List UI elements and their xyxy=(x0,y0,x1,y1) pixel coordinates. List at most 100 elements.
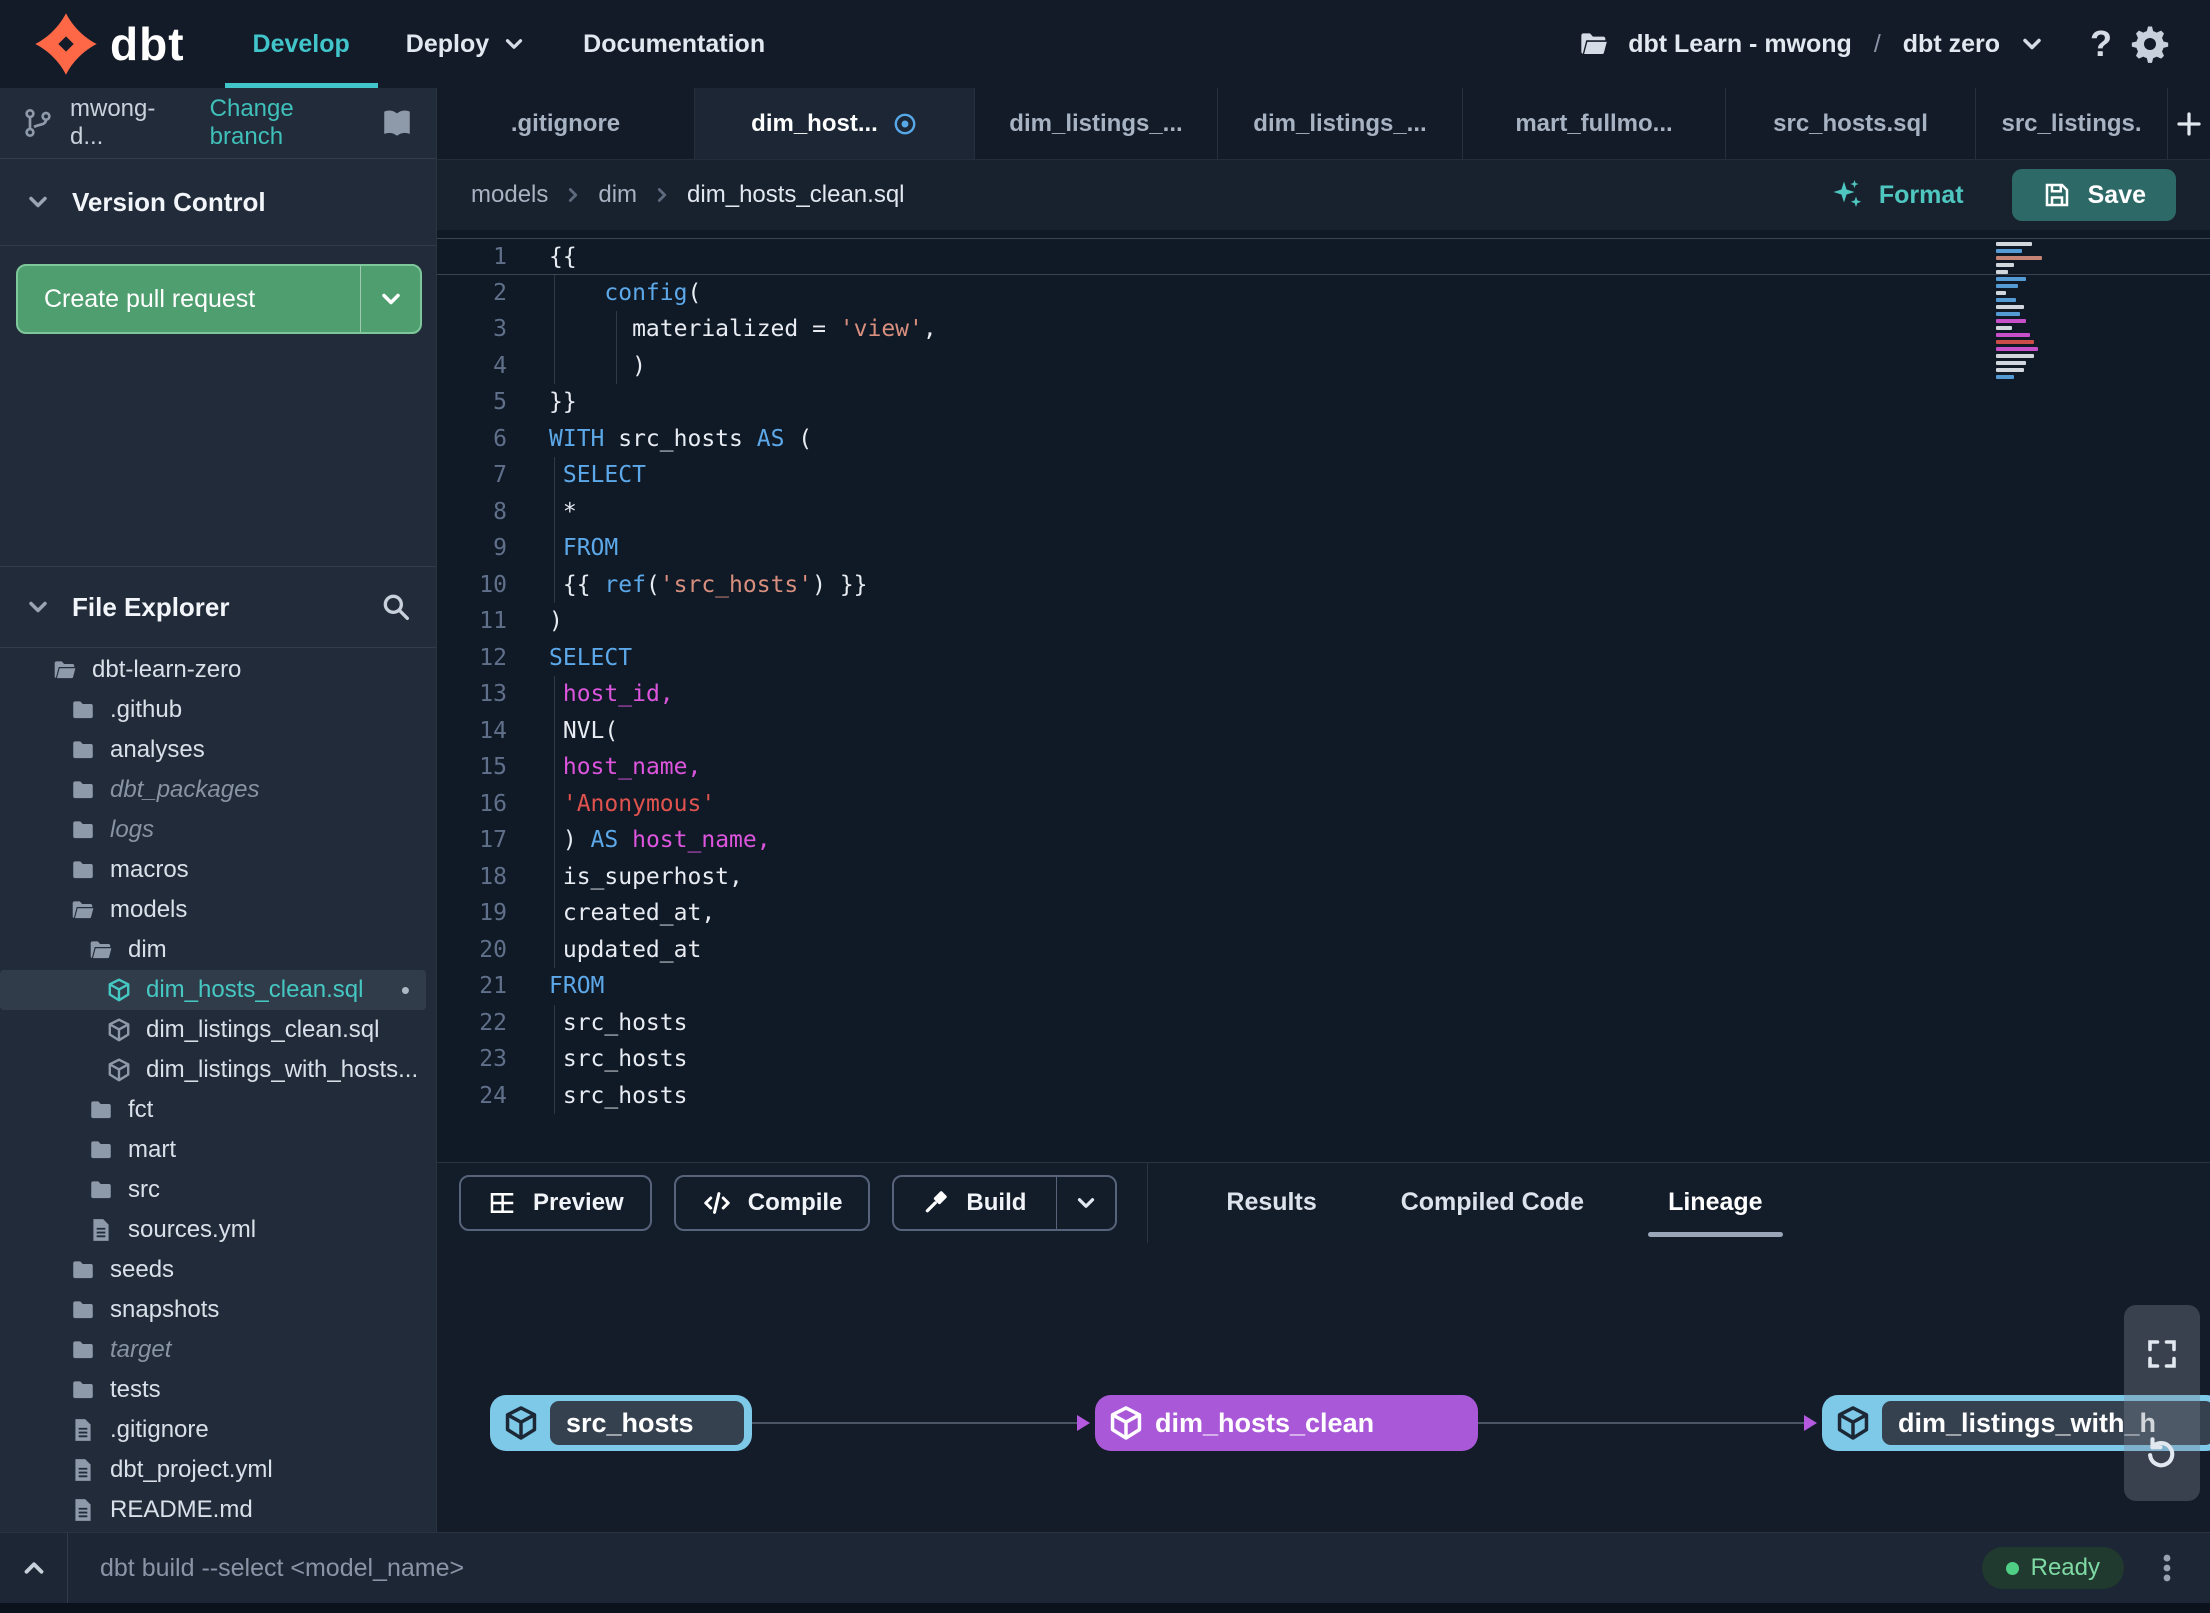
panel-tab-lineage[interactable]: Lineage xyxy=(1626,1163,1804,1242)
tree-item-fct[interactable]: fct xyxy=(0,1090,436,1130)
tree-item--gitignore[interactable]: .gitignore xyxy=(0,1410,436,1450)
code-line[interactable]: 6 WITH src_hosts AS ( xyxy=(437,421,2210,458)
chevron-down-icon xyxy=(24,593,52,621)
help-icon[interactable]: ? xyxy=(2090,23,2112,65)
nav-item-deploy[interactable]: Deploy xyxy=(378,0,555,88)
search-icon[interactable] xyxy=(380,591,412,623)
breadcrumb-item[interactable]: models xyxy=(471,181,548,209)
lineage-node-dim-hosts-clean[interactable]: dim_hosts_clean xyxy=(1095,1395,1478,1451)
tree-item-src[interactable]: src xyxy=(0,1170,436,1210)
command-input[interactable]: dbt build --select <model_name> xyxy=(100,1554,464,1583)
tree-item-seeds[interactable]: seeds xyxy=(0,1250,436,1290)
edge-arrowhead xyxy=(1077,1415,1090,1431)
code-line[interactable]: 1{{ xyxy=(437,238,2210,275)
code-line[interactable]: 5}} xyxy=(437,384,2210,421)
code-line[interactable]: 15 host_name, xyxy=(437,749,2210,786)
code-editor[interactable]: 1{{2 config(3 materialized = 'view', 4 ) 5… xyxy=(437,230,2210,1162)
code-line[interactable]: 20 updated_at xyxy=(437,932,2210,969)
fullscreen-icon[interactable] xyxy=(2144,1336,2180,1372)
tab-dim-listings-[interactable]: dim_listings_... xyxy=(1218,88,1463,159)
change-branch-link[interactable]: Change branch xyxy=(210,95,364,151)
tab--gitignore[interactable]: .gitignore xyxy=(437,88,695,159)
code-line[interactable]: 8 * xyxy=(437,494,2210,531)
tree-item-analyses[interactable]: analyses xyxy=(0,730,436,770)
tree-item-target[interactable]: target xyxy=(0,1330,436,1370)
docs-book-icon[interactable] xyxy=(380,106,414,140)
environment-selector[interactable]: dbt zero xyxy=(1903,30,2000,59)
panel-tab-results[interactable]: Results xyxy=(1184,1163,1358,1242)
code-line[interactable]: 18 is_superhost, xyxy=(437,859,2210,896)
code-line[interactable]: 16 'Anonymous' xyxy=(437,786,2210,823)
file-explorer-header[interactable]: File Explorer xyxy=(0,566,436,648)
build-options-caret[interactable] xyxy=(1056,1176,1115,1229)
folder-icon xyxy=(70,737,96,763)
create-pull-request-button[interactable]: Create pull request xyxy=(16,264,422,334)
new-tab-button[interactable] xyxy=(2168,88,2210,159)
tree-item-dim[interactable]: dim xyxy=(0,930,436,970)
tree-item-snapshots[interactable]: snapshots xyxy=(0,1290,436,1330)
settings-gear-icon[interactable] xyxy=(2130,24,2170,64)
breadcrumb-item[interactable]: dim_hosts_clean.sql xyxy=(687,181,904,209)
tree-item-sources-yml[interactable]: sources.yml xyxy=(0,1210,436,1250)
code-lines[interactable]: 1{{2 config(3 materialized = 'view', 4 ) 5… xyxy=(437,238,2210,1114)
tab-src-listings-[interactable]: src_listings. xyxy=(1976,88,2168,159)
format-label: Format xyxy=(1878,180,1964,209)
tree-item-dbt-project-yml[interactable]: dbt_project.yml xyxy=(0,1450,436,1490)
compile-button[interactable]: Compile xyxy=(673,1174,871,1231)
version-control-header[interactable]: Version Control xyxy=(0,158,436,245)
tree-item-macros[interactable]: macros xyxy=(0,850,436,890)
nav-item-documentation[interactable]: Documentation xyxy=(555,0,793,88)
tree-item-dbt-packages[interactable]: dbt_packages xyxy=(0,770,436,810)
format-button[interactable]: Format xyxy=(1829,177,1964,213)
tab-dim-listings-[interactable]: dim_listings_... xyxy=(975,88,1218,159)
code-line[interactable]: 21 FROM xyxy=(437,968,2210,1005)
folder-icon xyxy=(88,1137,114,1163)
code-line[interactable]: 4 ) xyxy=(437,348,2210,385)
code-line[interactable]: 17 ) AS host_name, xyxy=(437,822,2210,859)
code-line[interactable]: 19 created_at, xyxy=(437,895,2210,932)
code-line[interactable]: 10 {{ ref('src_hosts') }} xyxy=(437,567,2210,604)
code-line[interactable]: 9 FROM xyxy=(437,530,2210,567)
code-line[interactable]: 23 src_hosts xyxy=(437,1041,2210,1078)
tab-dim-host-[interactable]: dim_host... xyxy=(695,88,975,159)
tree-item-dim-listings-clean-sql[interactable]: dim_listings_clean.sql xyxy=(0,1010,436,1050)
tree-item--github[interactable]: .github xyxy=(0,690,436,730)
editor-minimap[interactable] xyxy=(1996,242,2060,382)
tree-item-models[interactable]: models xyxy=(0,890,436,930)
chevron-down-icon[interactable] xyxy=(2018,30,2046,58)
code-line[interactable]: 13 host_id, xyxy=(437,676,2210,713)
save-button[interactable]: Save xyxy=(2011,169,2176,221)
lineage-node-src-hosts[interactable]: src_hosts xyxy=(490,1395,752,1451)
code-line[interactable]: 14 NVL( xyxy=(437,713,2210,750)
folder-icon xyxy=(70,777,96,803)
preview-button[interactable]: Preview xyxy=(459,1174,652,1231)
tree-item-tests[interactable]: tests xyxy=(0,1370,436,1410)
code-line[interactable]: 12 SELECT xyxy=(437,640,2210,677)
breadcrumb-item[interactable]: dim xyxy=(598,181,637,209)
lineage-canvas[interactable]: src_hosts dim_hosts_clean dim_listings_wit… xyxy=(437,1242,2210,1532)
tree-item-README-md[interactable]: README.md xyxy=(0,1490,436,1530)
refresh-icon[interactable] xyxy=(2143,1433,2181,1471)
nav-item-develop[interactable]: Develop xyxy=(224,0,378,88)
project-name[interactable]: dbt Learn - mwong xyxy=(1628,30,1852,59)
code-line[interactable]: 24 src_hosts xyxy=(437,1078,2210,1115)
command-bar-toggle[interactable] xyxy=(0,1533,68,1603)
build-button[interactable]: Build xyxy=(892,1174,1118,1231)
code-line[interactable]: 11) xyxy=(437,603,2210,640)
code-line[interactable]: 3 materialized = 'view', xyxy=(437,311,2210,348)
kebab-menu-icon[interactable] xyxy=(2150,1551,2184,1585)
tree-item-dbt-learn-zero[interactable]: dbt-learn-zero xyxy=(0,650,436,690)
panel-tab-compiled-code[interactable]: Compiled Code xyxy=(1359,1163,1626,1242)
tab-src-hosts-sql[interactable]: src_hosts.sql xyxy=(1726,88,1976,159)
tab-mart-fullmo-[interactable]: mart_fullmo... xyxy=(1463,88,1726,159)
dbt-logo[interactable]: dbt xyxy=(0,0,225,88)
code-line[interactable]: 7 SELECT xyxy=(437,457,2210,494)
code-line[interactable]: 22 src_hosts xyxy=(437,1005,2210,1042)
tree-item-dim-hosts-clean-sql[interactable]: dim_hosts_clean.sql • xyxy=(0,970,426,1010)
branch-name[interactable]: mwong-d... xyxy=(70,95,182,151)
tree-item-dim-listings-with-hosts-[interactable]: dim_listings_with_hosts... xyxy=(0,1050,436,1090)
tree-item-logs[interactable]: logs xyxy=(0,810,436,850)
code-line[interactable]: 2 config( xyxy=(437,275,2210,312)
tree-item-mart[interactable]: mart xyxy=(0,1130,436,1170)
create-pull-request-caret[interactable] xyxy=(360,266,420,332)
